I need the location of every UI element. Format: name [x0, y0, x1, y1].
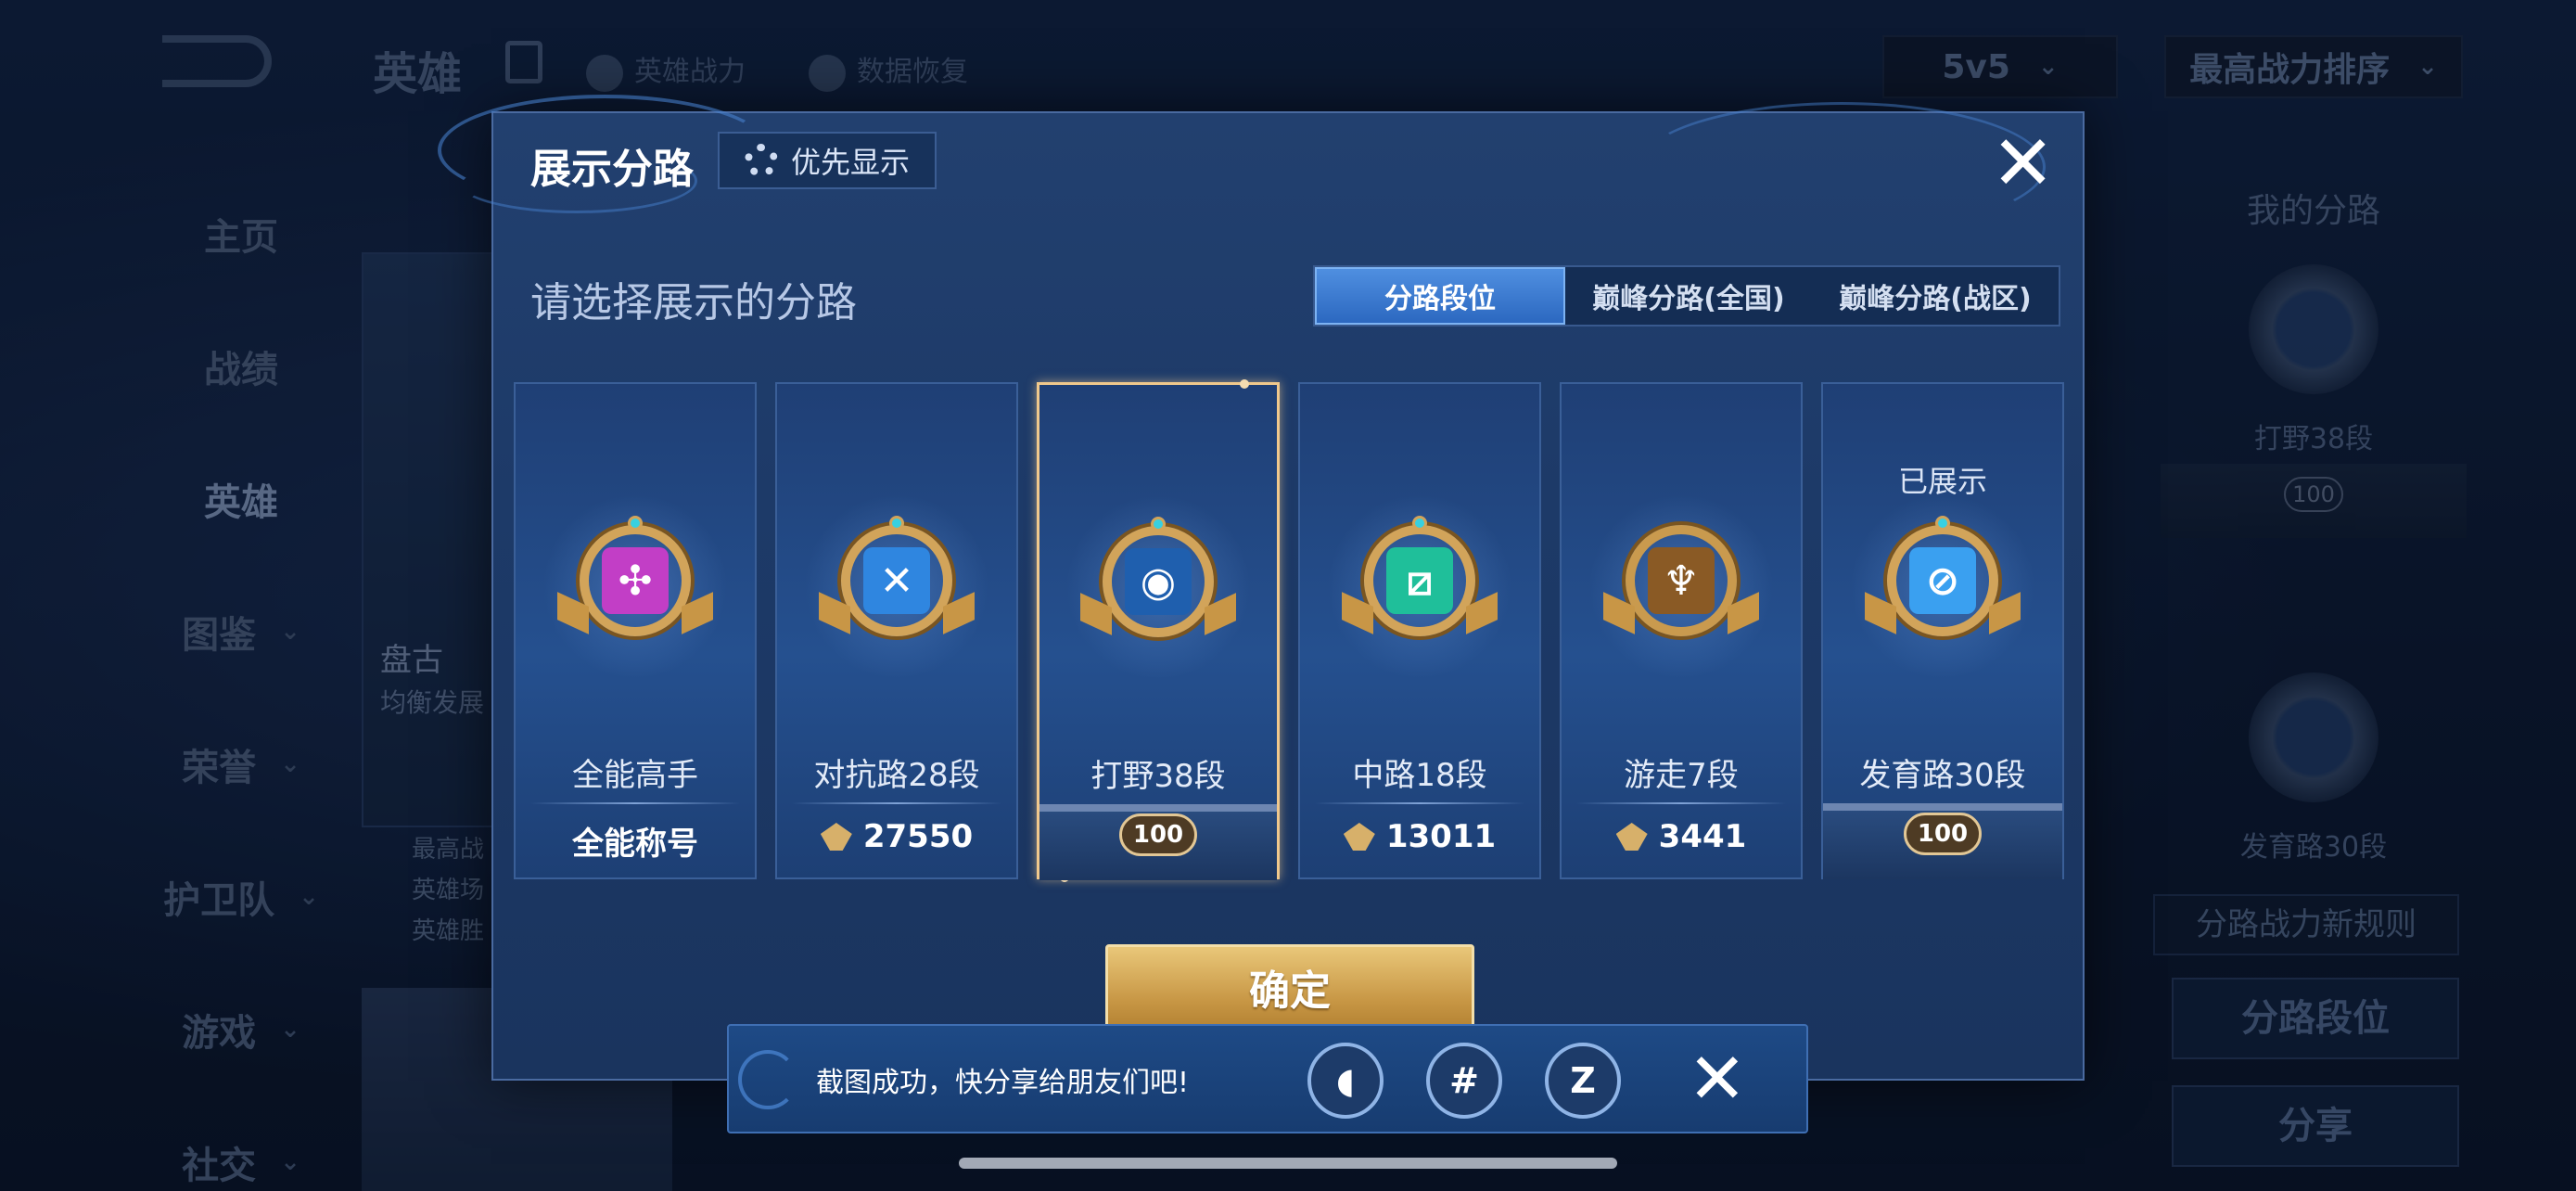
lane-card-clash[interactable]: ✕ 对抗路28段 27550 [775, 382, 1018, 879]
jungle-rank-icon: ◉ [1065, 494, 1251, 680]
lane-cards: ✣ 全能高手 全能称号 ✕ 对抗路28段 27550 ◉ 打野38段 100 ⧄… [514, 379, 2072, 882]
lane-card-roam[interactable]: ♆ 游走7段 3441 [1560, 382, 1803, 879]
close-icon[interactable]: ✕ [1991, 126, 2055, 202]
lane-tabs: 分路段位 巅峰分路(全国) 巅峰分路(战区) [1313, 265, 2060, 327]
lane-card-label: 对抗路28段 [813, 757, 980, 794]
lane-card-label: 中路18段 [1352, 757, 1487, 794]
allround-rank-icon: ✣ [542, 493, 728, 679]
lane-card-footer: 全能称号 [572, 826, 698, 863]
power-icon [1343, 823, 1375, 851]
lane-card-label: 发育路30段 [1859, 757, 2026, 794]
home-indicator[interactable] [959, 1158, 1617, 1169]
gear-icon [744, 144, 778, 177]
lane-card-allround[interactable]: ✣ 全能高手 全能称号 [514, 382, 757, 879]
power-icon [1615, 823, 1648, 851]
roam-rank-icon: ♆ [1588, 493, 1774, 679]
clash-lane-rank-icon: ✕ [804, 493, 989, 679]
swirl-logo-icon [738, 1050, 797, 1109]
lane-card-mid[interactable]: ⧄ 中路18段 13011 [1298, 382, 1541, 879]
modal-subtitle: 请选择展示的分路 [530, 279, 857, 327]
lane-card-label: 全能高手 [572, 757, 698, 794]
tab-lane-rank[interactable]: 分路段位 [1315, 267, 1565, 325]
qq-icon[interactable]: ◖ [1307, 1043, 1384, 1119]
level-banner: 100 [1823, 803, 2062, 879]
mid-lane-rank-icon: ⧄ [1327, 493, 1512, 679]
lane-card-jungle[interactable]: ◉ 打野38段 100 [1037, 379, 1280, 882]
decor-swirl [1638, 102, 2046, 232]
lane-card-label: 游走7段 [1624, 757, 1739, 794]
lane-card-farm[interactable]: 已展示 ⊘ 发育路30段 100 [1821, 382, 2064, 879]
level-banner: 100 [1039, 804, 1277, 880]
wechat-moments-icon[interactable]: # [1426, 1043, 1502, 1119]
close-icon[interactable]: ✕ [1688, 1041, 1747, 1117]
tab-peak-national[interactable]: 巅峰分路(全国) [1565, 267, 1812, 325]
lane-card-power: 13011 [1300, 818, 1539, 855]
toast-message: 截图成功，快分享给朋友们吧! [816, 1067, 1190, 1099]
lane-card-power: 3441 [1562, 818, 1801, 855]
level-badge: 100 [1904, 813, 1982, 855]
level-badge: 100 [1119, 813, 1197, 856]
lane-card-label: 打野38段 [1090, 758, 1226, 795]
lane-display-modal: 展示分路 优先显示 ✕ 请选择展示的分路 分路段位 巅峰分路(全国) 巅峰分路(… [438, 95, 2085, 1081]
qzone-icon[interactable]: Z [1545, 1043, 1621, 1119]
modal-title: 展示分路 [530, 146, 694, 193]
screenshot-toast: 截图成功，快分享给朋友们吧! ◖ # Z ✕ [727, 1024, 1808, 1133]
lane-card-power: 27550 [777, 818, 1016, 855]
power-icon [820, 823, 852, 851]
farm-lane-rank-icon: ⊘ [1850, 493, 2035, 679]
tab-peak-region[interactable]: 巅峰分路(战区) [1812, 267, 2059, 325]
priority-display-button[interactable]: 优先显示 [718, 132, 937, 189]
